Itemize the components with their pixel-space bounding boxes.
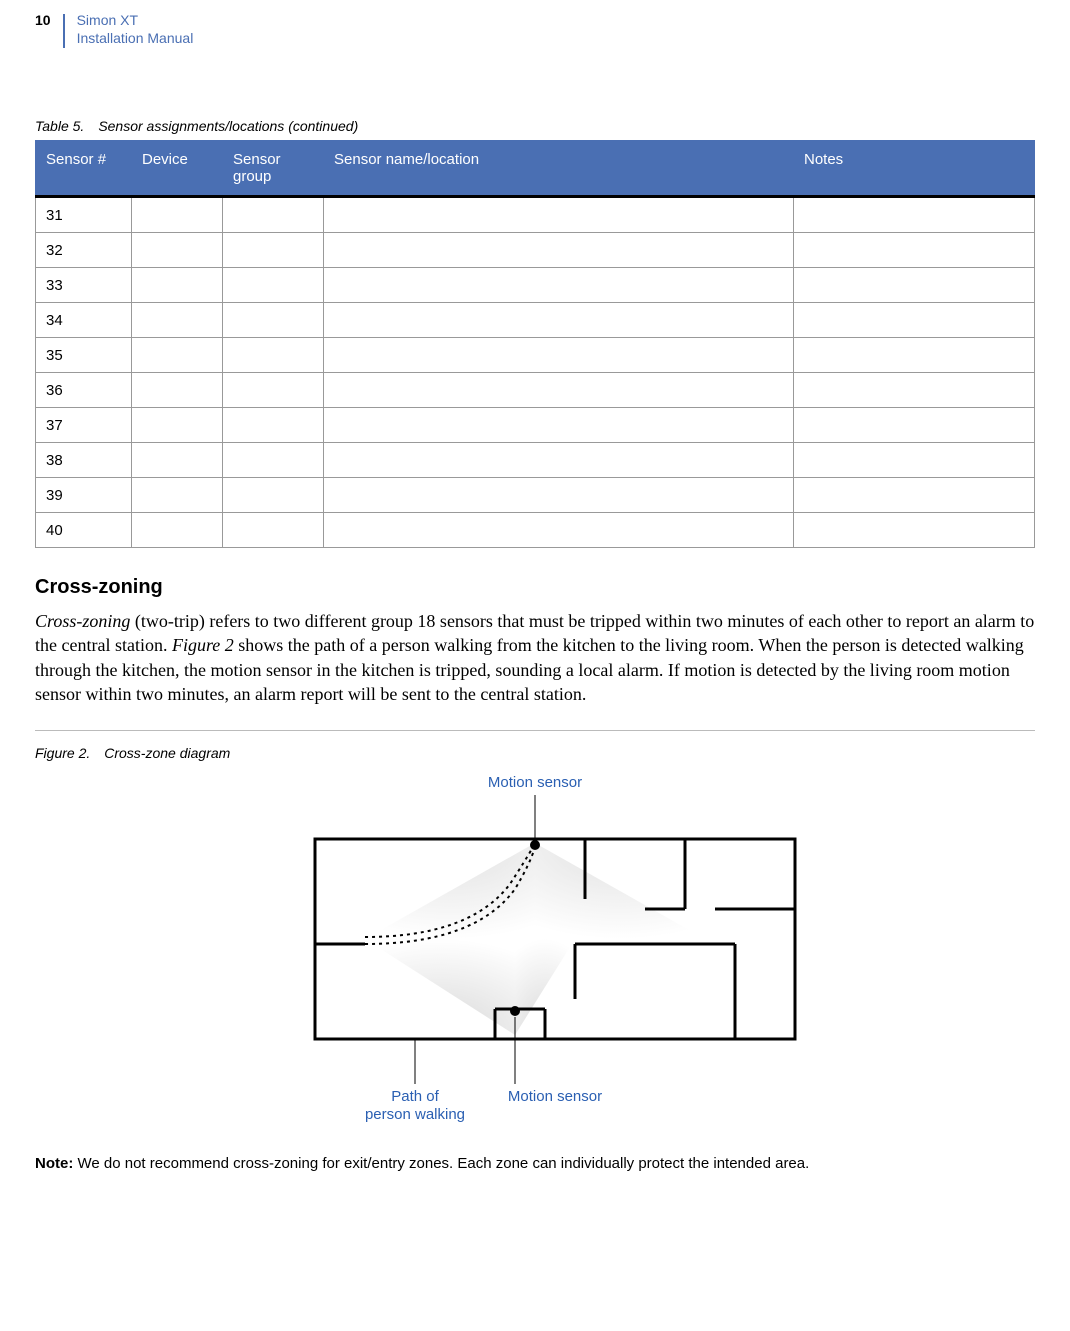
cell-device <box>132 233 223 268</box>
header-title-block: Simon XT Installation Manual <box>77 12 194 47</box>
table-caption-number: Table 5. <box>35 118 84 134</box>
cell-sensor-number: 33 <box>36 268 132 303</box>
cell-name <box>324 338 794 373</box>
cross-zone-svg: Motion sensor <box>215 769 855 1129</box>
th-notes: Notes <box>794 141 1035 197</box>
page-number: 10 <box>35 12 63 28</box>
motion-sensor-dot-bottom <box>510 1006 520 1016</box>
cell-name <box>324 513 794 548</box>
figure-caption: Figure 2. Cross-zone diagram <box>35 745 1035 761</box>
cell-notes <box>794 408 1035 443</box>
th-sensor-name-location: Sensor name/location <box>324 141 794 197</box>
cell-sensor-number: 37 <box>36 408 132 443</box>
cell-notes <box>794 338 1035 373</box>
figure-cross-zone-diagram: Motion sensor <box>35 769 1035 1129</box>
cell-device <box>132 408 223 443</box>
cell-name <box>324 303 794 338</box>
cell-group <box>223 338 324 373</box>
em-cross-zoning: Cross-zoning <box>35 611 130 631</box>
cell-sensor-number: 32 <box>36 233 132 268</box>
cell-group <box>223 268 324 303</box>
cell-group <box>223 303 324 338</box>
cell-notes <box>794 373 1035 408</box>
cell-sensor-number: 34 <box>36 303 132 338</box>
beam-top-right <box>535 843 705 939</box>
cell-notes <box>794 268 1035 303</box>
cell-group <box>223 478 324 513</box>
note-label: Note: <box>35 1155 73 1172</box>
cell-device <box>132 338 223 373</box>
cell-sensor-number: 36 <box>36 373 132 408</box>
th-sensor-group: Sensor group <box>223 141 324 197</box>
cell-name <box>324 443 794 478</box>
cell-device <box>132 478 223 513</box>
cell-name <box>324 197 794 233</box>
cell-device <box>132 373 223 408</box>
cell-device <box>132 303 223 338</box>
cell-group <box>223 513 324 548</box>
cell-name <box>324 478 794 513</box>
cell-device <box>132 197 223 233</box>
cell-sensor-number: 31 <box>36 197 132 233</box>
cell-notes <box>794 443 1035 478</box>
cross-zoning-paragraph: Cross-zoning (two-trip) refers to two di… <box>35 609 1035 706</box>
page-header: 10 Simon XT Installation Manual <box>35 0 1035 48</box>
table-row: 31 <box>36 197 1035 233</box>
cell-notes <box>794 233 1035 268</box>
th-sensor-number: Sensor # <box>36 141 132 197</box>
table-row: 32 <box>36 233 1035 268</box>
table-row: 38 <box>36 443 1035 478</box>
table-row: 40 <box>36 513 1035 548</box>
cell-name <box>324 268 794 303</box>
table-row: 33 <box>36 268 1035 303</box>
header-title-line2: Installation Manual <box>77 30 194 48</box>
header-divider <box>63 14 65 48</box>
table-row: 37 <box>36 408 1035 443</box>
label-path-line1: Path of <box>391 1088 439 1105</box>
table-row: 34 <box>36 303 1035 338</box>
figure-caption-number: Figure 2. <box>35 745 90 761</box>
cell-notes <box>794 513 1035 548</box>
note-block: Note: We do not recommend cross-zoning f… <box>35 1155 1035 1172</box>
cell-sensor-number: 38 <box>36 443 132 478</box>
cell-group <box>223 373 324 408</box>
label-motion-sensor-top: Motion sensor <box>488 774 582 791</box>
figure-caption-text: Cross-zone diagram <box>104 745 230 761</box>
cell-sensor-number: 35 <box>36 338 132 373</box>
motion-sensor-dot-top <box>530 840 540 850</box>
cell-device <box>132 513 223 548</box>
cell-group <box>223 443 324 478</box>
table-caption: Table 5. Sensor assignments/locations (co… <box>35 118 1035 134</box>
cell-name <box>324 373 794 408</box>
em-figure-ref: Figure 2 <box>172 635 234 655</box>
cell-sensor-number: 40 <box>36 513 132 548</box>
note-text: We do not recommend cross-zoning for exi… <box>73 1155 809 1172</box>
cell-group <box>223 233 324 268</box>
cell-group <box>223 408 324 443</box>
section-rule <box>35 730 1035 731</box>
cell-notes <box>794 197 1035 233</box>
cell-notes <box>794 303 1035 338</box>
cell-group <box>223 197 324 233</box>
header-title-line1: Simon XT <box>77 12 194 30</box>
label-motion-sensor-bottom: Motion sensor <box>508 1088 602 1105</box>
section-heading-cross-zoning: Cross-zoning <box>35 576 1035 599</box>
table-row: 36 <box>36 373 1035 408</box>
cell-name <box>324 408 794 443</box>
table-row: 35 <box>36 338 1035 373</box>
table-row: 39 <box>36 478 1035 513</box>
cell-sensor-number: 39 <box>36 478 132 513</box>
cell-notes <box>794 478 1035 513</box>
th-device: Device <box>132 141 223 197</box>
table-caption-text: Sensor assignments/locations (continued) <box>98 118 358 134</box>
sensor-table: Sensor # Device Sensor group Sensor name… <box>35 140 1035 548</box>
label-path-line2: person walking <box>365 1106 465 1123</box>
cell-device <box>132 268 223 303</box>
cell-name <box>324 233 794 268</box>
beam-bottom-left <box>365 939 515 1035</box>
cell-device <box>132 443 223 478</box>
